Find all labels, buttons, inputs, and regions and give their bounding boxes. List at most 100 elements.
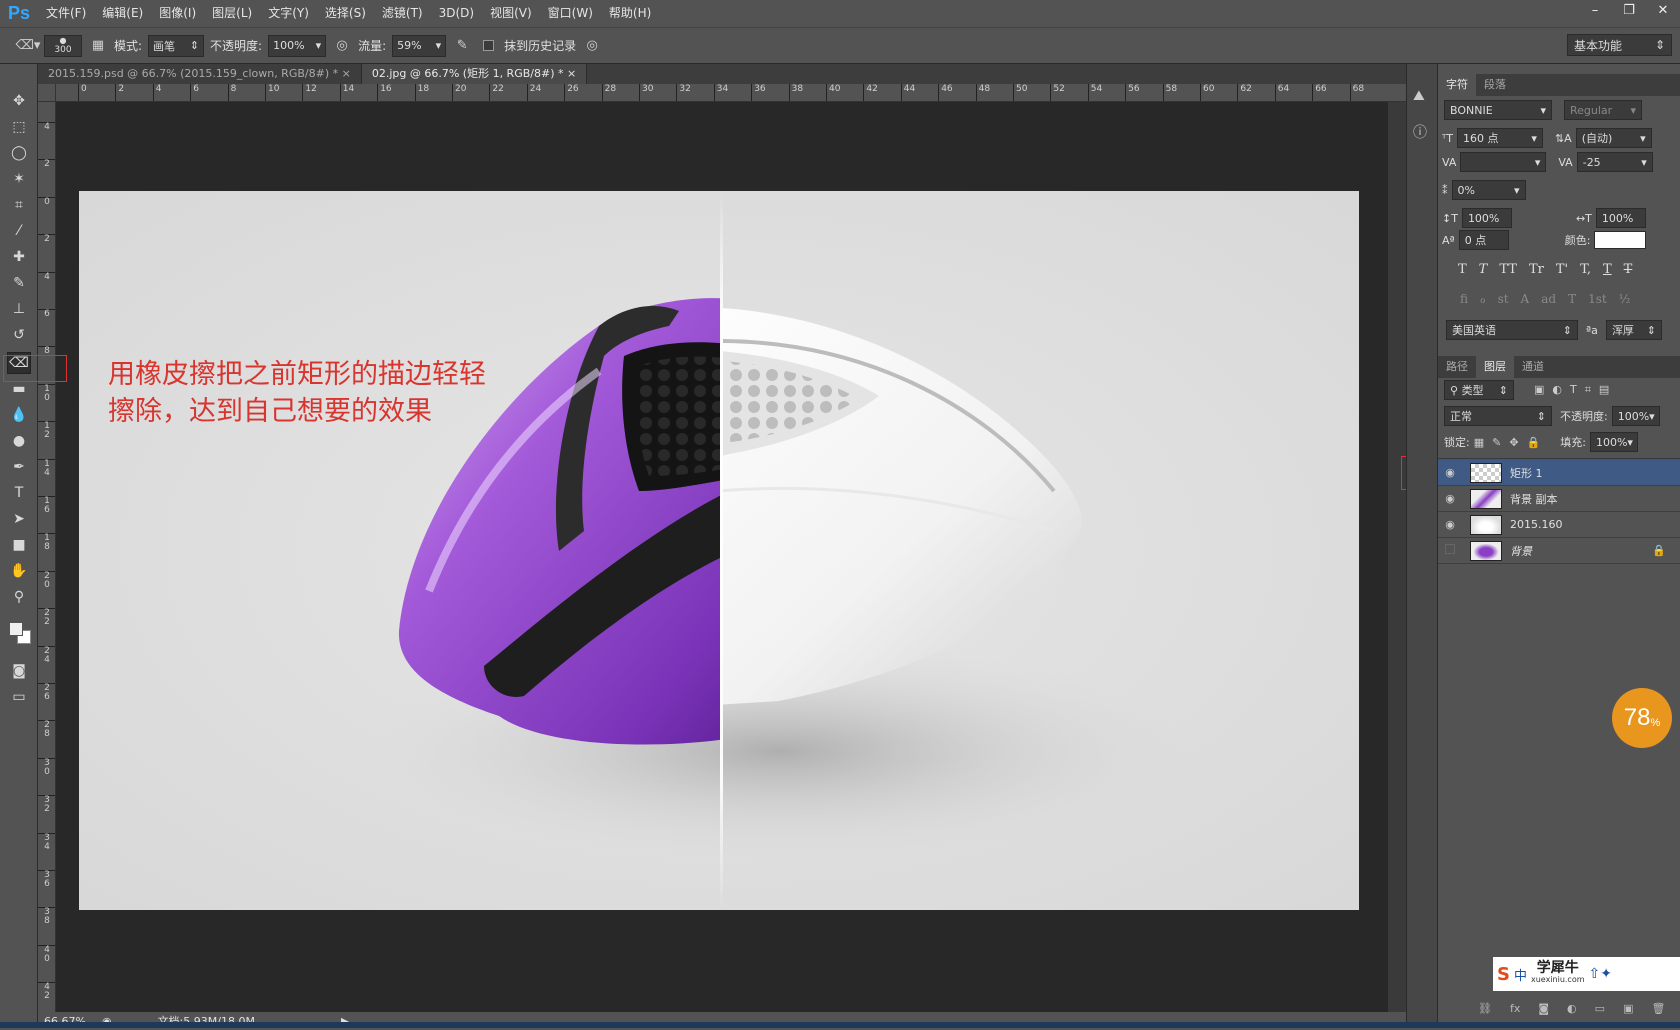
- layer-filter-select[interactable]: ⚲ 类型 ⇕: [1444, 380, 1514, 400]
- pressure-opacity-icon[interactable]: ◎: [332, 36, 352, 56]
- marquee-tool-icon[interactable]: ⬚: [7, 116, 31, 138]
- eye-icon[interactable]: ◉: [1438, 466, 1462, 479]
- layer-filter-icons[interactable]: ▣◐T⌗▤: [1534, 383, 1617, 397]
- workspace-select[interactable]: 基本功能 ⇕: [1567, 34, 1672, 56]
- vertical-ruler[interactable]: 4202468101214161820222426283032343638404…: [38, 102, 56, 1012]
- menu-3d[interactable]: 3D(D): [431, 0, 482, 27]
- titling-button[interactable]: T: [1568, 292, 1576, 306]
- mode-select[interactable]: 画笔 ⇕: [148, 34, 205, 57]
- brush-tool-icon[interactable]: ✎: [7, 272, 31, 294]
- language-select[interactable]: 美国英语 ⇕: [1446, 320, 1578, 340]
- adjustment-icon[interactable]: ◐: [1567, 1002, 1577, 1015]
- blur-tool-icon[interactable]: 💧: [7, 404, 31, 426]
- tab-paragraph[interactable]: 段落: [1476, 74, 1514, 96]
- image-canvas[interactable]: 用橡皮擦把之前矩形的描边轻轻 擦除，达到自己想要的效果: [79, 191, 1359, 910]
- blend-mode-select[interactable]: 正常 ⇕: [1444, 406, 1552, 426]
- old-style-button[interactable]: ℴ: [1480, 292, 1486, 306]
- vertical-scrollbar[interactable]: [1388, 102, 1406, 1012]
- menu-view[interactable]: 视图(V): [482, 0, 540, 27]
- color-swatches-icon[interactable]: [7, 616, 31, 650]
- horizontal-ruler[interactable]: 0 2 4 6 8 10 12 14 16 18 20 22 24 26 28 30 32 34 36 38 40 42 4…: [56, 84, 1406, 102]
- tab-document-02-jpg[interactable]: 02.jpg @ 66.7% (矩形 1, RGB/8#) * ×: [361, 64, 588, 84]
- tsume-input[interactable]: 0% ▾: [1451, 180, 1526, 200]
- tab-channels[interactable]: 通道: [1514, 356, 1552, 378]
- font-size-input[interactable]: 160 点 ▾: [1456, 128, 1543, 148]
- layer-row[interactable]: ◉ 背景 副本: [1438, 486, 1680, 512]
- crop-tool-icon[interactable]: ⌗: [7, 194, 31, 216]
- all-caps-button[interactable]: TT: [1499, 262, 1517, 277]
- menu-layer[interactable]: 图层(L): [204, 0, 260, 27]
- ruler-origin[interactable]: [38, 84, 56, 102]
- minimize-button[interactable]: –: [1578, 0, 1612, 20]
- pressure-size-icon[interactable]: ◎: [582, 36, 602, 56]
- delete-layer-icon[interactable]: 🗑: [1651, 1002, 1665, 1015]
- ordinal-button[interactable]: 1st: [1588, 292, 1607, 306]
- hand-tool-icon[interactable]: ✋: [7, 560, 31, 582]
- small-caps-button[interactable]: Tr: [1529, 262, 1544, 277]
- clone-stamp-icon[interactable]: ⊥: [7, 298, 31, 320]
- menu-help[interactable]: 帮助(H): [601, 0, 659, 27]
- layer-row[interactable]: ◉ 矩形 1: [1438, 460, 1680, 486]
- discretionary-button[interactable]: st: [1498, 292, 1509, 306]
- link-layers-icon[interactable]: ⛓: [1478, 1002, 1492, 1015]
- kerning-input[interactable]: ▾: [1460, 152, 1547, 172]
- font-style-select[interactable]: Regular ▾: [1564, 100, 1642, 120]
- underline-button[interactable]: T: [1603, 262, 1612, 277]
- add-mask-icon[interactable]: ◙: [1538, 1002, 1549, 1015]
- antialias-select[interactable]: 浑厚 ⇕: [1605, 320, 1662, 340]
- baseline-shift-input[interactable]: 0 点: [1458, 230, 1509, 250]
- tracking-input[interactable]: -25 ▾: [1576, 152, 1653, 172]
- tab-layers[interactable]: 图层: [1476, 356, 1514, 378]
- pen-tool-icon[interactable]: ✒: [7, 456, 31, 478]
- menu-type[interactable]: 文字(Y): [260, 0, 317, 27]
- ligature-button[interactable]: fi: [1460, 292, 1468, 306]
- layer-row[interactable]: 背景 🔒: [1438, 538, 1680, 564]
- tab-document-2015-159[interactable]: 2015.159.psd @ 66.7% (2015.159_clown, RG…: [38, 64, 362, 84]
- fx-icon[interactable]: fx: [1510, 1002, 1520, 1015]
- type-tool-icon[interactable]: T: [7, 482, 31, 504]
- new-layer-icon[interactable]: ▣: [1623, 1002, 1633, 1015]
- strikethrough-button[interactable]: T: [1624, 262, 1633, 277]
- screen-mode-icon[interactable]: ▭: [7, 686, 31, 708]
- healing-brush-icon[interactable]: ✚: [7, 246, 31, 268]
- leading-input[interactable]: (自动) ▾: [1575, 128, 1652, 148]
- close-button[interactable]: ✕: [1646, 0, 1680, 20]
- info-icon[interactable]: ⓘ: [1413, 122, 1427, 142]
- text-color-swatch[interactable]: [1594, 231, 1647, 249]
- history-brush-icon[interactable]: ↺: [7, 324, 31, 346]
- path-select-icon[interactable]: ➤: [7, 508, 31, 530]
- vertical-scale-input[interactable]: 100%: [1461, 208, 1512, 228]
- eye-icon[interactable]: ◉: [1438, 518, 1462, 531]
- lasso-tool-icon[interactable]: ◯: [7, 142, 31, 164]
- swash-button[interactable]: A: [1521, 292, 1530, 306]
- tab-character[interactable]: 字符: [1438, 74, 1476, 96]
- layer-opacity-input[interactable]: 100% ▾: [1611, 406, 1660, 426]
- menu-filter[interactable]: 滤镜(T): [374, 0, 431, 27]
- eyedropper-icon[interactable]: ⁄: [7, 220, 31, 242]
- superscript-button[interactable]: T': [1556, 262, 1568, 277]
- horizontal-scale-input[interactable]: 100%: [1595, 208, 1646, 228]
- performance-badge[interactable]: 78%: [1612, 688, 1672, 748]
- menu-edit[interactable]: 编辑(E): [94, 0, 151, 27]
- shape-tool-icon[interactable]: ■: [7, 534, 31, 556]
- menu-image[interactable]: 图像(I): [151, 0, 204, 27]
- magic-wand-icon[interactable]: ✶: [7, 168, 31, 190]
- new-group-icon[interactable]: ▭: [1595, 1002, 1605, 1015]
- visibility-empty-box[interactable]: [1438, 544, 1462, 557]
- dodge-tool-icon[interactable]: ●: [7, 430, 31, 452]
- eye-icon[interactable]: ◉: [1438, 492, 1462, 505]
- fill-input[interactable]: 100% ▾: [1589, 432, 1638, 452]
- erase-history-checkbox[interactable]: [478, 36, 498, 56]
- menu-file[interactable]: 文件(F): [38, 0, 94, 27]
- fraction-button[interactable]: ½: [1619, 292, 1631, 306]
- subscript-button[interactable]: T,: [1580, 262, 1591, 277]
- font-family-select[interactable]: BONNIE ▾: [1444, 100, 1552, 120]
- menu-select[interactable]: 选择(S): [317, 0, 374, 27]
- eraser-preset-icon[interactable]: ⌫▾: [16, 36, 41, 56]
- brush-panel-icon[interactable]: ▦: [88, 36, 108, 56]
- stylistic-button[interactable]: ad: [1541, 292, 1556, 306]
- move-tool-icon[interactable]: ✥: [7, 90, 31, 112]
- quick-mask-icon[interactable]: ◙: [7, 660, 31, 682]
- flow-input[interactable]: 59% ▾: [392, 34, 447, 57]
- faux-bold-button[interactable]: T: [1458, 262, 1467, 277]
